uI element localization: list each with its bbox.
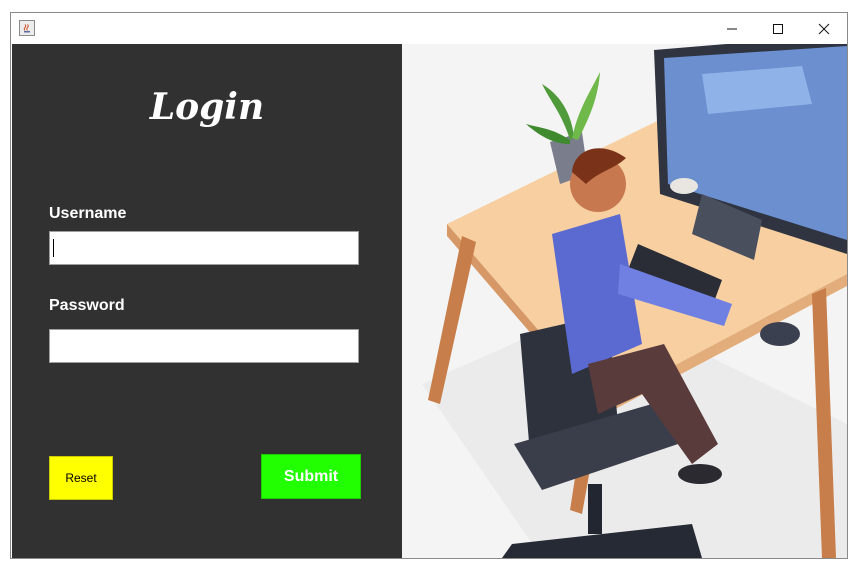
mouse [760,322,800,346]
java-app-icon [19,20,35,36]
maximize-icon [773,23,783,34]
maximize-button[interactable] [755,13,801,44]
title-bar[interactable] [11,13,847,44]
login-window: Login Username Password Reset Submit [10,12,848,559]
reset-button[interactable]: Reset [49,456,113,500]
plant-leaf [572,72,600,140]
text-caret [53,239,54,257]
office-worker-illustration [402,44,847,558]
username-label: Username [49,205,127,222]
mug [670,178,698,194]
password-label: Password [49,297,125,314]
plant-leaf [526,124,570,144]
illustration-art [422,44,847,558]
submit-button[interactable]: Submit [261,454,361,499]
close-button[interactable] [801,13,847,44]
close-icon [818,23,830,34]
chair-post [588,484,602,534]
minimize-icon [727,28,737,29]
password-input[interactable] [49,329,359,363]
person-shoe [678,464,722,484]
login-panel: Login Username Password Reset Submit [12,44,402,558]
login-title: Login [149,86,265,128]
username-input[interactable] [49,231,359,265]
minimize-button[interactable] [709,13,755,44]
